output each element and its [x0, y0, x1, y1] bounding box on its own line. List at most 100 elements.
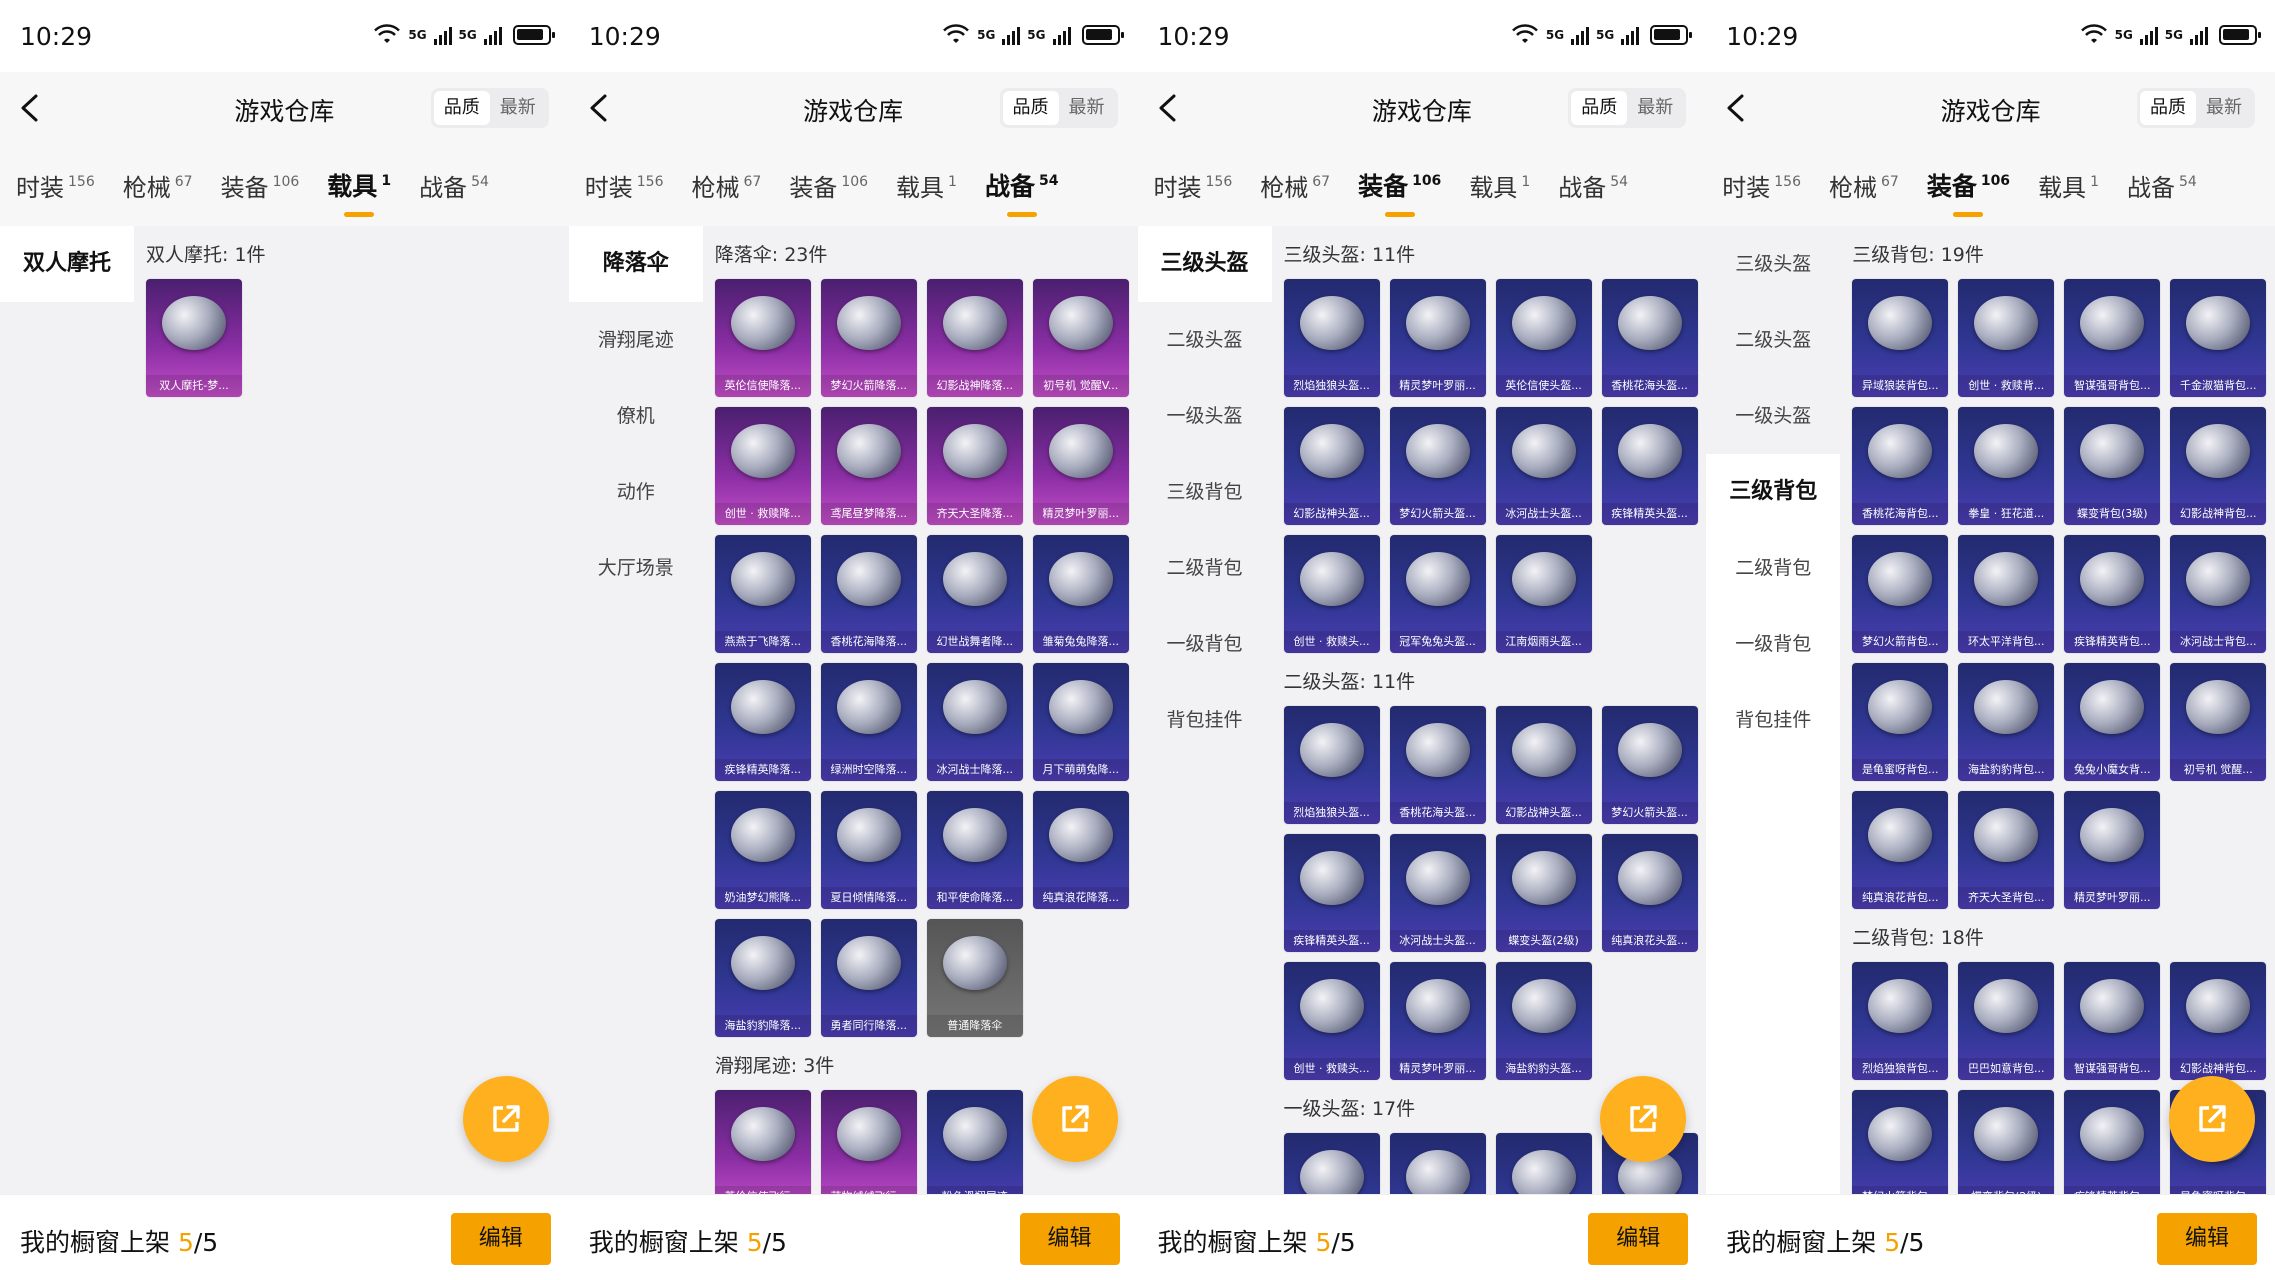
item-card[interactable]: 夏日倾情降落... — [820, 791, 917, 909]
sidebar-item-0[interactable]: 三级头盔 — [1137, 226, 1272, 302]
item-card[interactable]: 冰河战士头盔... — [1495, 407, 1592, 525]
edit-button[interactable]: 编辑 — [450, 1213, 551, 1265]
item-card[interactable]: 烈焰独狼头盔... — [1283, 706, 1380, 824]
sidebar-item-3[interactable]: 动作 — [569, 454, 703, 530]
sidebar-item-0[interactable]: 降落伞 — [568, 226, 703, 302]
tab-0[interactable]: 时装 156 — [1154, 168, 1233, 203]
item-card[interactable]: 幻影战神降落... — [926, 279, 1023, 397]
tab-3[interactable]: 载具 1 — [327, 167, 391, 217]
item-card[interactable]: 海盐豹豹背包... — [1958, 663, 2055, 781]
sidebar-item-2[interactable]: 僚机 — [569, 378, 703, 454]
sidebar-item-1[interactable]: 二级头盔 — [1706, 302, 1841, 378]
tab-2[interactable]: 装备 106 — [221, 168, 300, 203]
tab-1[interactable]: 枪械 67 — [691, 168, 761, 203]
item-card[interactable]: 精灵梦叶罗丽... — [1032, 407, 1129, 525]
item-card[interactable]: 齐天大圣降落... — [926, 407, 1023, 525]
item-card[interactable]: 齐天大圣背包... — [1958, 791, 2055, 909]
tab-3[interactable]: 载具 1 — [1469, 168, 1530, 203]
tab-4[interactable]: 战备 54 — [419, 168, 489, 203]
share-button[interactable] — [1600, 1076, 1687, 1162]
item-card[interactable]: 疾锋精英头盔... — [1283, 834, 1380, 952]
item-card[interactable] — [1283, 1133, 1380, 1194]
item-card[interactable]: 精灵梦叶罗丽... — [2064, 791, 2161, 909]
item-card[interactable]: 疾锋精英背包... — [2064, 1090, 2161, 1194]
item-card[interactable]: 冰河战士降落... — [926, 663, 1023, 781]
item-card[interactable] — [1389, 1133, 1486, 1194]
sidebar-item-2[interactable]: 一级头盔 — [1706, 378, 1841, 454]
item-card[interactable]: 梦幻火箭背包... — [1852, 535, 1949, 653]
tab-0[interactable]: 时装 156 — [1722, 168, 1801, 203]
sidebar-item-4[interactable]: 大厅场景 — [569, 530, 703, 606]
item-card[interactable]: 英伦信使头盔... — [1495, 279, 1592, 397]
item-card[interactable]: 香桃花海头盔... — [1601, 279, 1698, 397]
item-card[interactable]: 燕燕于飞降落... — [714, 535, 811, 653]
item-card[interactable]: 海盐豹豹降落... — [714, 919, 811, 1037]
tab-2[interactable]: 装备 106 — [789, 168, 868, 203]
item-card[interactable]: 勇者同行降落... — [820, 919, 917, 1037]
item-card[interactable]: 蝶变背包(2级) — [1958, 1090, 2055, 1194]
item-card[interactable]: 异域狼装背包... — [1852, 279, 1949, 397]
edit-button[interactable]: 编辑 — [2157, 1213, 2257, 1265]
item-card[interactable]: 幻影战神背包... — [2170, 407, 2267, 525]
item-card[interactable]: 和平使命降落... — [926, 791, 1023, 909]
tab-2[interactable]: 装备 106 — [1358, 167, 1441, 217]
share-button[interactable] — [2169, 1076, 2255, 1162]
item-card[interactable]: 千金淑猫背包... — [2170, 279, 2267, 397]
item-card[interactable]: 普通降落伞 — [926, 919, 1023, 1037]
tab-4[interactable]: 战备 54 — [2127, 168, 2197, 203]
item-card[interactable]: 烈焰独狼背包... — [1852, 962, 1949, 1080]
tab-1[interactable]: 枪械 67 — [1260, 168, 1330, 203]
sidebar-item-2[interactable]: 一级头盔 — [1138, 378, 1272, 454]
item-card[interactable]: 梦幻火箭降落... — [820, 279, 917, 397]
edit-button[interactable]: 编辑 — [1019, 1213, 1120, 1265]
item-card[interactable]: 幻影战神头盔... — [1283, 407, 1380, 525]
item-card[interactable]: 冠军兔兔头盔... — [1389, 535, 1486, 653]
tab-3[interactable]: 载具 1 — [2038, 168, 2099, 203]
item-card[interactable]: 智谋强哥背包... — [2064, 279, 2161, 397]
item-card[interactable] — [1495, 1133, 1592, 1194]
item-card[interactable]: 烈焰独狼头盔... — [1283, 279, 1380, 397]
item-card[interactable]: 创世 · 救赎背... — [1958, 279, 2055, 397]
sort-quality-button[interactable]: 品质 — [1571, 91, 1628, 125]
item-card[interactable]: 英伦信使降落... — [714, 279, 811, 397]
item-card[interactable]: 海盐豹豹头盔... — [1495, 962, 1592, 1080]
item-card[interactable]: 绿洲时空降落... — [820, 663, 917, 781]
sort-newest-button[interactable]: 最新 — [1627, 91, 1683, 125]
sidebar-item-4[interactable]: 二级背包 — [1138, 530, 1272, 606]
item-card[interactable]: 拳皇 · 狂花道... — [1958, 407, 2055, 525]
item-card[interactable]: 冰河战士头盔... — [1389, 834, 1486, 952]
item-card[interactable]: 香桃花海头盔... — [1389, 706, 1486, 824]
item-card[interactable]: 智谋强哥背包... — [2064, 962, 2161, 1080]
tab-3[interactable]: 载具 1 — [896, 168, 957, 203]
tab-1[interactable]: 枪械 67 — [1829, 168, 1899, 203]
item-card[interactable]: 梦幻火箭背包... — [1852, 1090, 1949, 1194]
tab-1[interactable]: 枪械 67 — [123, 168, 193, 203]
item-card[interactable]: 幻世战舞者降... — [926, 535, 1023, 653]
sidebar-item-1[interactable]: 二级头盔 — [1138, 302, 1272, 378]
item-card[interactable]: 精灵梦叶罗丽... — [1389, 962, 1486, 1080]
item-card[interactable]: 雏菊兔兔降落... — [1032, 535, 1129, 653]
sort-newest-button[interactable]: 最新 — [490, 91, 546, 125]
item-card[interactable]: 兔兔小魔女背... — [2064, 663, 2161, 781]
sidebar-item-1[interactable]: 滑翔尾迹 — [569, 302, 703, 378]
edit-button[interactable]: 编辑 — [1588, 1213, 1689, 1265]
item-card[interactable]: 蝶变背包(3级) — [2064, 407, 2161, 525]
item-card[interactable]: 冰河战士背包... — [2170, 535, 2267, 653]
sort-quality-button[interactable]: 品质 — [2140, 91, 2196, 125]
sidebar-item-4[interactable]: 二级背包 — [1706, 530, 1840, 606]
item-card[interactable]: 江南烟雨头盔... — [1495, 535, 1592, 653]
item-card[interactable]: 幻影战神背包... — [2170, 962, 2267, 1080]
item-card[interactable]: 是龟蜜呀背包... — [1852, 663, 1949, 781]
sidebar-item-3[interactable]: 三级背包 — [1138, 454, 1272, 530]
sort-quality-button[interactable]: 品质 — [1002, 91, 1059, 125]
item-card[interactable]: 萌物绒绒飞行... — [820, 1090, 917, 1194]
item-card[interactable]: 鸢尾昼梦降落... — [820, 407, 917, 525]
tab-0[interactable]: 时装 156 — [585, 168, 664, 203]
item-card[interactable]: 疾锋精英头盔... — [1601, 407, 1698, 525]
tab-4[interactable]: 战备 54 — [985, 167, 1058, 217]
sidebar-item-5[interactable]: 一级背包 — [1138, 606, 1272, 682]
sort-quality-button[interactable]: 品质 — [433, 91, 490, 125]
item-card[interactable]: 巴巴如意背包... — [1958, 962, 2055, 1080]
tab-2[interactable]: 装备 106 — [1927, 167, 2010, 217]
item-card[interactable]: 创世 · 救赎降... — [714, 407, 811, 525]
